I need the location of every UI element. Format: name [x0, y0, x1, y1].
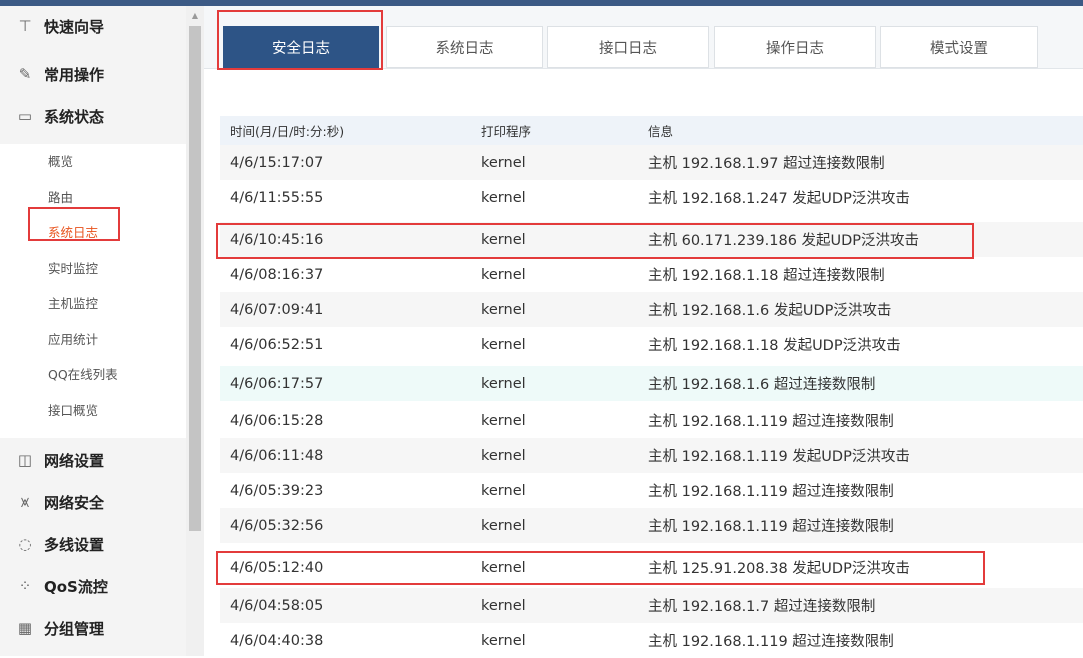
- wrench-icon: ✎: [18, 65, 32, 83]
- system-status-submenu: 概览 路由 系统日志 实时监控 主机监控 应用统计 QQ在线列表 接口概览: [0, 144, 186, 438]
- nav-network-security[interactable]: ⩙ 网络安全: [0, 484, 186, 520]
- cell-time: 4/6/07:09:41: [230, 301, 324, 318]
- nav-qos[interactable]: ⁘ QoS流控: [0, 568, 186, 604]
- table-row[interactable]: 4/6/06:15:28 kernel 主机 192.168.1.119 超过连…: [220, 403, 1083, 438]
- table-row[interactable]: 4/6/11:55:55 kernel 主机 192.168.1.247 发起U…: [220, 180, 1083, 215]
- table-row[interactable]: 4/6/05:32:56 kernel 主机 192.168.1.119 超过连…: [220, 508, 1083, 543]
- cell-program: kernel: [481, 412, 526, 429]
- sidebar: ⊤ 快速向导 ✎ 常用操作 ▭ 系统状态 概览 路由 系统日志 实时监控 主机监…: [0, 6, 186, 656]
- header-info: 信息: [648, 124, 674, 139]
- nav-multiline-settings[interactable]: ◌ 多线设置: [0, 526, 186, 562]
- nav-label: QoS流控: [44, 577, 108, 596]
- sidebar-item-routing[interactable]: 路由: [48, 188, 73, 208]
- cell-program: kernel: [481, 375, 526, 392]
- table-row[interactable]: 4/6/06:17:57 kernel 主机 192.168.1.6 超过连接数…: [220, 366, 1083, 401]
- tab-interface-log[interactable]: 接口日志: [547, 26, 709, 68]
- cell-info: 主机 192.168.1.119 超过连接数限制: [648, 484, 894, 500]
- nav-network-settings[interactable]: ◫ 网络设置: [0, 442, 186, 478]
- table-row[interactable]: 4/6/08:16:37 kernel 主机 192.168.1.18 超过连接…: [220, 257, 1083, 292]
- network-security-icon: ⩙: [20, 493, 30, 511]
- cell-info: 主机 192.168.1.6 超过连接数限制: [648, 377, 876, 393]
- multiline-icon: ◌: [18, 535, 32, 553]
- wizard-icon: ⊤: [18, 17, 32, 35]
- cell-program: kernel: [481, 447, 526, 464]
- nav-label: 快速向导: [44, 17, 105, 36]
- highlight-box-row: [216, 223, 974, 259]
- cell-info: 主机 192.168.1.97 超过连接数限制: [648, 156, 885, 172]
- cell-info: 主机 192.168.1.7 超过连接数限制: [648, 599, 876, 615]
- cell-info: 主机 192.168.1.6 发起UDP泛洪攻击: [648, 303, 892, 319]
- cell-info: 主机 192.168.1.119 超过连接数限制: [648, 519, 894, 535]
- nav-common-ops[interactable]: ✎ 常用操作: [0, 56, 186, 92]
- cell-time: 4/6/05:32:56: [230, 517, 324, 534]
- sidebar-item-realtime-monitor[interactable]: 实时监控: [48, 259, 98, 279]
- tab-operation-log[interactable]: 操作日志: [714, 26, 876, 68]
- sidebar-item-overview[interactable]: 概览: [48, 152, 73, 172]
- table-row[interactable]: 4/6/05:39:23 kernel 主机 192.168.1.119 超过连…: [220, 473, 1083, 508]
- cell-program: kernel: [481, 517, 526, 534]
- cell-time: 4/6/06:15:28: [230, 412, 324, 429]
- cell-program: kernel: [481, 189, 526, 206]
- table-row[interactable]: 4/6/15:17:07 kernel 主机 192.168.1.97 超过连接…: [220, 145, 1083, 180]
- cell-time: 4/6/11:55:55: [230, 189, 324, 206]
- cell-info: 主机 192.168.1.18 超过连接数限制: [648, 268, 885, 284]
- monitor-icon: ▭: [17, 107, 33, 125]
- cell-time: 4/6/15:17:07: [230, 154, 324, 171]
- cell-program: kernel: [481, 154, 526, 171]
- cell-time: 4/6/05:39:23: [230, 482, 324, 499]
- tab-mode-settings[interactable]: 模式设置: [880, 26, 1038, 68]
- cell-program: kernel: [481, 301, 526, 318]
- highlight-box-security-tab: [217, 10, 383, 70]
- cell-info: 主机 192.168.1.119 发起UDP泛洪攻击: [648, 449, 910, 465]
- sidebar-item-host-monitor[interactable]: 主机监控: [48, 294, 98, 314]
- cell-info: 主机 192.168.1.119 超过连接数限制: [648, 414, 894, 430]
- nav-label: 系统状态: [44, 107, 105, 126]
- table-row[interactable]: 4/6/04:58:05 kernel 主机 192.168.1.7 超过连接数…: [220, 588, 1083, 623]
- nav-label: 网络安全: [44, 493, 105, 512]
- table-row[interactable]: 4/6/06:52:51 kernel 主机 192.168.1.18 发起UD…: [220, 327, 1083, 362]
- highlight-box-system-log: [28, 207, 120, 241]
- sidebar-item-interface-overview[interactable]: 接口概览: [48, 401, 98, 421]
- nav-label: 分组管理: [44, 619, 105, 638]
- group-icon: ▦: [17, 619, 33, 637]
- table-row[interactable]: 4/6/04:40:38 kernel 主机 192.168.1.119 超过连…: [220, 623, 1083, 658]
- cell-program: kernel: [481, 336, 526, 353]
- nav-quick-guide[interactable]: ⊤ 快速向导: [0, 8, 186, 44]
- table-row[interactable]: 4/6/07:09:41 kernel 主机 192.168.1.6 发起UDP…: [220, 292, 1083, 327]
- cell-time: 4/6/06:52:51: [230, 336, 324, 353]
- sidebar-item-app-stats[interactable]: 应用统计: [48, 330, 98, 350]
- cell-time: 4/6/04:58:05: [230, 597, 324, 614]
- cell-program: kernel: [481, 266, 526, 283]
- cell-program: kernel: [481, 632, 526, 649]
- header-time: 时间(月/日/时:分:秒): [230, 124, 345, 139]
- cell-info: 主机 192.168.1.119 超过连接数限制: [648, 634, 894, 650]
- tab-system-log[interactable]: 系统日志: [386, 26, 543, 68]
- qos-icon: ⁘: [18, 577, 32, 595]
- highlight-box-row: [216, 551, 985, 585]
- network-settings-icon: ◫: [17, 451, 33, 469]
- cell-time: 4/6/04:40:38: [230, 632, 324, 649]
- scrollbar-thumb[interactable]: [189, 26, 201, 531]
- scroll-up-icon[interactable]: ▲: [186, 10, 204, 22]
- nav-system-status[interactable]: ▭ 系统状态: [0, 98, 186, 134]
- table-header: 时间(月/日/时:分:秒) 打印程序 信息: [220, 116, 1083, 145]
- nav-label: 多线设置: [44, 535, 105, 554]
- cell-time: 4/6/06:11:48: [230, 447, 324, 464]
- cell-program: kernel: [481, 482, 526, 499]
- sidebar-scrollbar[interactable]: ▲: [186, 6, 204, 656]
- header-program: 打印程序: [481, 124, 532, 139]
- nav-label: 常用操作: [44, 65, 105, 84]
- cell-time: 4/6/06:17:57: [230, 375, 324, 392]
- cell-program: kernel: [481, 597, 526, 614]
- nav-group-management[interactable]: ▦ 分组管理: [0, 610, 186, 646]
- cell-info: 主机 192.168.1.18 发起UDP泛洪攻击: [648, 338, 901, 354]
- cell-time: 4/6/08:16:37: [230, 266, 324, 283]
- nav-label: 网络设置: [44, 451, 105, 470]
- sidebar-item-qq-online[interactable]: QQ在线列表: [48, 365, 118, 385]
- cell-info: 主机 192.168.1.247 发起UDP泛洪攻击: [648, 191, 910, 207]
- table-row[interactable]: 4/6/06:11:48 kernel 主机 192.168.1.119 发起U…: [220, 438, 1083, 473]
